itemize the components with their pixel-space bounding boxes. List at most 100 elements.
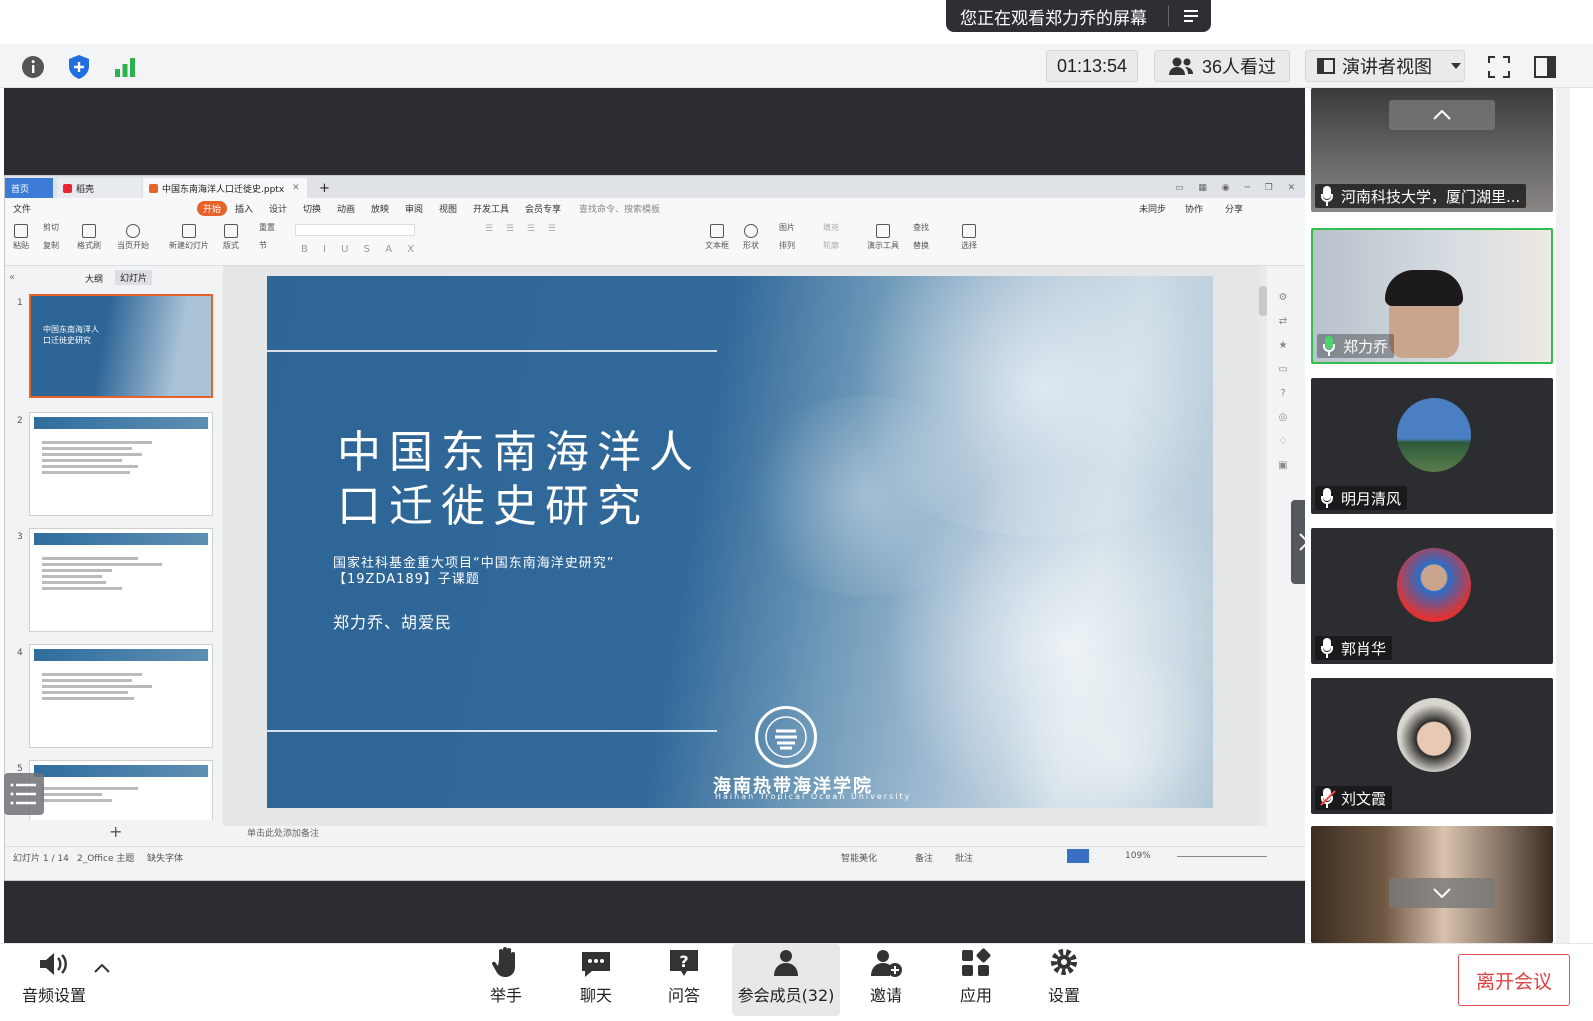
ribbon-copy[interactable]: 复制 — [43, 240, 59, 251]
ribbon-new-slide[interactable]: 新建幻灯片 — [169, 224, 209, 251]
participant-tile[interactable] — [1311, 826, 1553, 943]
ribbon-fill[interactable]: 填充 — [823, 222, 839, 233]
chevron-down-icon — [1451, 63, 1461, 69]
font-name-select[interactable] — [295, 224, 415, 236]
add-slide-icon[interactable]: + — [109, 822, 122, 841]
participant-video-list: 河南科技大学，厦门湖里... 郑力乔 明月清风 郭肖华 刘文霞 — [1305, 88, 1593, 943]
network-signal-icon[interactable] — [110, 52, 140, 82]
side-tools-strip[interactable]: ⚙ ⇄ ★ ▭? ◎ ♢ ▣ — [1273, 286, 1293, 486]
menu-review[interactable]: 审阅 — [405, 202, 423, 215]
chat-button[interactable]: 聊天 — [566, 944, 626, 1016]
tab-outline[interactable]: 大纲 — [85, 272, 103, 285]
menu-insert[interactable]: 插入 — [235, 202, 253, 215]
slide-thumbnail[interactable] — [29, 760, 213, 820]
chevron-up-icon[interactable] — [94, 958, 110, 977]
play-slideshow-icon[interactable] — [1067, 849, 1089, 863]
menu-collab[interactable]: 协作 — [1185, 202, 1203, 215]
banner-menu-icon[interactable] — [1178, 4, 1204, 28]
layout-icon — [1317, 58, 1335, 74]
notes-area[interactable]: 单击此处添加备注 — [223, 826, 1263, 840]
ribbon-picture[interactable]: 图片 — [779, 222, 795, 233]
slide-vertical-scrollbar[interactable] — [1259, 266, 1267, 826]
ribbon-textbox[interactable]: 文本框 — [705, 224, 729, 251]
sync-status[interactable]: 未同步 — [1139, 202, 1166, 215]
comment-toggle[interactable]: 批注 — [955, 851, 973, 864]
ribbon-replace[interactable]: 替换 — [913, 240, 929, 251]
menu-view[interactable]: 视图 — [439, 202, 457, 215]
slide-thumbnail[interactable] — [29, 412, 213, 516]
fullscreen-icon[interactable] — [1484, 52, 1514, 82]
university-name-en: Hainan Tropical Ocean University — [715, 792, 912, 801]
scroll-up-icon[interactable] — [1389, 100, 1495, 130]
slide-authors: 郑力乔、胡爱民 — [333, 613, 453, 632]
slide-title: 中国东南海洋人 口迁徙史研究 — [337, 427, 701, 532]
smart-beautify[interactable]: 智能美化 — [841, 851, 877, 864]
menu-home-start[interactable]: 开始 — [197, 201, 228, 216]
menu-developer[interactable]: 开发工具 — [473, 202, 509, 215]
paragraph-buttons[interactable]: ☰ ☰ ☰ ☰ — [485, 224, 561, 234]
menu-slideshow[interactable]: 放映 — [371, 202, 389, 215]
apps-button[interactable]: 应用 — [946, 944, 1006, 1016]
menu-design[interactable]: 设计 — [269, 202, 287, 215]
participant-tile[interactable]: 刘文霞 — [1311, 678, 1553, 814]
window-controls[interactable]: ▭ ▦ ◉ ─ ❐ ✕ — [1169, 178, 1309, 198]
scroll-down-icon[interactable] — [1389, 878, 1495, 908]
tab-home[interactable]: 首页 — [5, 178, 53, 198]
ribbon-presentation-tools[interactable]: 演示工具 — [867, 224, 899, 251]
screen-share-banner: 您正在观看郑力乔的屏幕 — [946, 0, 1211, 32]
ribbon-select[interactable]: 选择 — [961, 224, 977, 251]
invite-button[interactable]: 邀请 — [856, 944, 916, 1016]
collapse-pane-icon[interactable]: « — [9, 272, 15, 283]
menu-file[interactable]: 文件 — [13, 202, 31, 215]
settings-button[interactable]: 设置 — [1034, 944, 1094, 1016]
view-mode-dropdown[interactable]: 演讲者视图 — [1305, 50, 1465, 82]
slide-thumbnail[interactable] — [29, 644, 213, 748]
security-shield-icon[interactable] — [64, 52, 94, 82]
ribbon-arrange[interactable]: 排列 — [779, 240, 795, 251]
new-tab-icon[interactable]: + — [313, 178, 333, 198]
menu-animation[interactable]: 动画 — [337, 202, 355, 215]
ribbon-find[interactable]: 查找 — [913, 222, 929, 233]
ribbon-shape[interactable]: 形状 — [743, 224, 759, 251]
slide-thumbnail[interactable] — [29, 528, 213, 632]
mic-icon — [1319, 638, 1335, 658]
tab-slides[interactable]: 幻灯片 — [115, 270, 153, 285]
close-tab-icon[interactable]: ✕ — [292, 183, 300, 193]
ribbon-section[interactable]: 节 — [259, 240, 267, 251]
slide-thumbnail[interactable]: 中国东南海洋人 口迁徙史研究 — [29, 294, 213, 398]
current-slide[interactable]: 中国东南海洋人 口迁徙史研究 国家社科基金重大项目“中国东南海洋史研究” 【19ZD… — [267, 276, 1213, 808]
participant-tile[interactable]: 郭肖华 — [1311, 528, 1553, 664]
leave-meeting-button[interactable]: 离开会议 — [1458, 954, 1570, 1006]
ribbon-format-painter[interactable]: 格式刷 — [77, 224, 101, 251]
ribbon-cut[interactable]: 剪切 — [43, 222, 59, 233]
info-icon[interactable] — [18, 52, 48, 82]
ribbon-layout[interactable]: 版式 — [223, 224, 239, 251]
sidebar-toggle-icon[interactable] — [1530, 52, 1560, 82]
participant-tile-active-speaker[interactable]: 郑力乔 — [1311, 228, 1553, 364]
participant-tile[interactable]: 明月清风 — [1311, 378, 1553, 514]
participant-tile[interactable]: 河南科技大学，厦门湖里... — [1311, 88, 1553, 212]
qa-button[interactable]: ? 问答 — [654, 944, 714, 1016]
ribbon-paste[interactable]: 粘贴 — [13, 224, 29, 251]
tab-pptx-file[interactable]: 中国东南海洋人口迁徙史.pptx ✕ — [143, 178, 307, 198]
raise-hand-button[interactable]: 举手 — [476, 944, 536, 1016]
ribbon-play-from-current[interactable]: 当页开始 — [117, 224, 149, 251]
viewers-button[interactable]: 36人看过 — [1154, 50, 1290, 82]
notes-toggle[interactable]: 备注 — [915, 851, 933, 864]
ribbon-outline[interactable]: 轮廓 — [823, 240, 839, 251]
audio-settings-button[interactable]: 音频设置 — [14, 944, 94, 1016]
zoom-level[interactable]: 109% — [1125, 851, 1151, 861]
participants-button[interactable]: 参会成员(32) — [732, 944, 840, 1016]
menu-share[interactable]: 分享 — [1225, 202, 1243, 215]
ribbon-reset[interactable]: 重置 — [259, 222, 275, 233]
menu-transition[interactable]: 切换 — [303, 202, 321, 215]
command-search[interactable]: 查找命令、搜索模板 — [579, 202, 660, 215]
slide-list-icon[interactable] — [4, 773, 44, 815]
menu-member[interactable]: 会员专享 — [525, 202, 561, 215]
question-icon: ? — [670, 950, 698, 976]
font-style-buttons[interactable]: B I U S A X — [301, 244, 420, 255]
tab-docer[interactable]: 稻壳 — [57, 178, 141, 198]
zoom-slider[interactable] — [1177, 856, 1267, 857]
missing-font[interactable]: 缺失字体 — [147, 851, 183, 864]
sidebar-scrollbar[interactable] — [1556, 88, 1570, 943]
